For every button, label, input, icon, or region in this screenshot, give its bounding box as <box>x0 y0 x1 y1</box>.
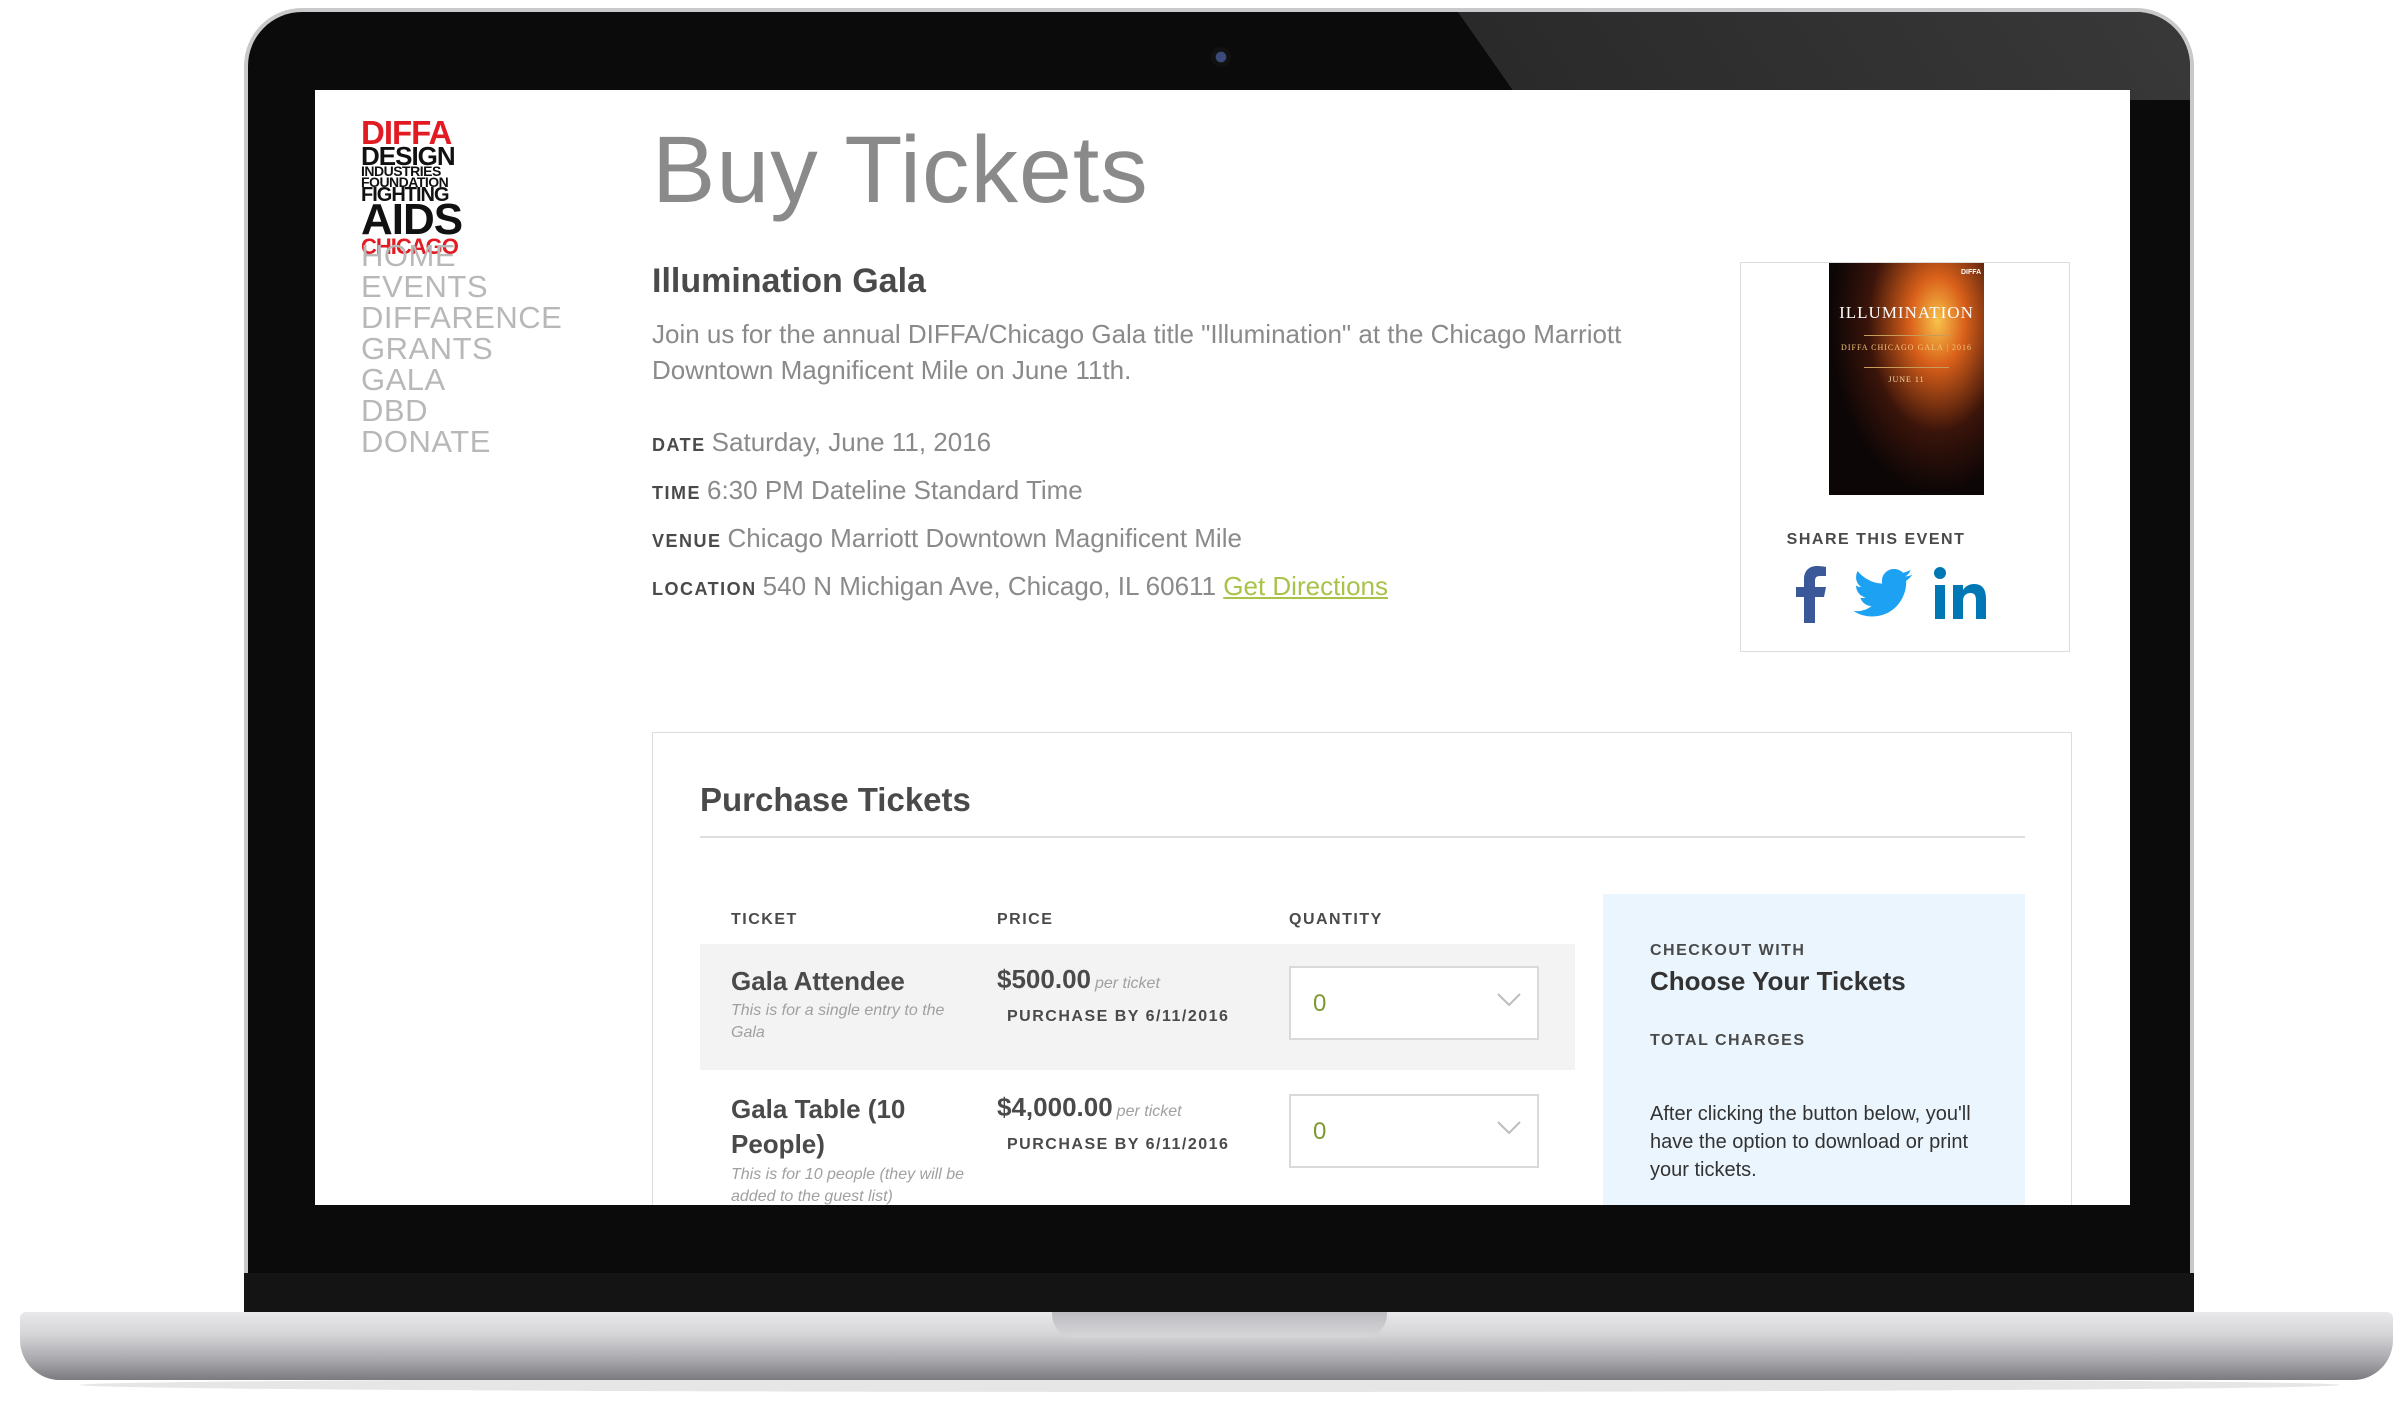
price-unit: per ticket <box>1116 1103 1182 1120</box>
total-charges-label: TOTAL CHARGES <box>1650 1032 1806 1049</box>
event-location: 540 N Michigan Ave, Chicago, IL 60611 <box>762 571 1217 601</box>
laptop-hinge <box>244 1273 2194 1313</box>
checkout-panel: CHECKOUT WITH Choose Your Tickets TOTAL … <box>1603 894 2025 1205</box>
price-unit: per ticket <box>1094 975 1160 992</box>
poster-rule <box>1864 367 1949 368</box>
purchase-title: Purchase Tickets <box>700 781 971 818</box>
ticket-row: Gala Attendee This is for a single entry… <box>700 944 1575 1070</box>
date-label: DATE <box>652 435 706 455</box>
checkout-choose-tickets: Choose Your Tickets <box>1650 966 1906 996</box>
event-time: 6:30 PM Dateline Standard Time <box>707 475 1083 505</box>
event-poster-image: DIFFA ILLUMINATION DIFFA CHICAGO GALA | … <box>1829 263 1984 495</box>
chevron-down-icon <box>1497 993 1521 1007</box>
column-header-ticket: TICKET <box>731 911 798 928</box>
location-label: LOCATION <box>652 579 757 599</box>
quantity-select[interactable]: 0 <box>1289 966 1539 1040</box>
ticket-name: Gala Attendee <box>731 966 905 996</box>
twitter-icon[interactable] <box>1851 561 1913 625</box>
camera-icon <box>1211 47 1231 67</box>
ticket-description: This is for 10 people (they will be adde… <box>731 1166 964 1205</box>
quantity-select[interactable]: 0 <box>1289 1094 1539 1168</box>
poster-rule <box>1864 335 1949 336</box>
share-label: SHARE THIS EVENT <box>1786 531 1966 548</box>
quantity-value: 0 <box>1313 1118 1327 1145</box>
page-title: Buy Tickets <box>652 117 1149 223</box>
price-value: $4,000.00 <box>997 1092 1113 1122</box>
divider <box>700 836 2025 838</box>
event-date-row: DATE Saturday, June 11, 2016 <box>652 427 991 458</box>
browser-screen: DIFFA DESIGN INDUSTRIES FOUNDATION FIGHT… <box>315 90 2130 1205</box>
nav-item-home[interactable]: HOME <box>361 240 562 271</box>
poster-title: ILLUMINATION <box>1839 303 1974 322</box>
laptop-shadow <box>80 1378 2340 1392</box>
event-venue: Chicago Marriott Downtown Magnificent Mi… <box>727 523 1242 553</box>
event-location-row: LOCATION 540 N Michigan Ave, Chicago, IL … <box>652 571 1388 602</box>
price-value: $500.00 <box>997 964 1091 994</box>
linkedin-icon[interactable] <box>1931 561 1991 625</box>
ticket-description: This is for a single entry to the Gala <box>731 1002 945 1041</box>
checkout-label: CHECKOUT WITH <box>1650 942 1806 959</box>
get-directions-link[interactable]: Get Directions <box>1223 571 1388 601</box>
column-header-price: PRICE <box>997 911 1054 928</box>
nav-item-gala[interactable]: GALA <box>361 364 562 395</box>
nav-item-grants[interactable]: GRANTS <box>361 333 562 364</box>
purchase-by-date: PURCHASE BY 6/11/2016 <box>1007 1136 1230 1153</box>
nav-item-dbd[interactable]: DBD <box>361 395 562 426</box>
venue-label: VENUE <box>652 531 722 551</box>
ticket-row: Gala Table (10 People) This is for 10 pe… <box>700 1072 1575 1205</box>
facebook-icon[interactable] <box>1781 561 1841 625</box>
share-card: DIFFA ILLUMINATION DIFFA CHICAGO GALA | … <box>1740 262 2070 652</box>
poster-logo: DIFFA <box>1961 269 1982 276</box>
event-venue-row: VENUE Chicago Marriott Downtown Magnifice… <box>652 523 1242 554</box>
event-name: Illumination Gala <box>652 262 926 300</box>
event-description: Join us for the annual DIFFA/Chicago Gal… <box>652 319 1622 385</box>
lid-glare <box>1458 12 2190 100</box>
purchase-tickets-card: Purchase Tickets TICKET PRICE QUANTITY G… <box>652 732 2072 1205</box>
poster-date: JUNE 11 <box>1888 375 1925 384</box>
sidebar-nav: HOME EVENTS DIFFARENCE GRANTS GALA DBD D… <box>361 240 562 457</box>
event-time-row: TIME 6:30 PM Dateline Standard Time <box>652 475 1083 506</box>
ticket-price: $4,000.00 per ticket <box>997 1092 1182 1123</box>
ticket-price: $500.00 per ticket <box>997 964 1160 995</box>
purchase-by-date: PURCHASE BY 6/11/2016 <box>1007 1008 1230 1025</box>
chevron-down-icon <box>1497 1121 1521 1135</box>
laptop-notch <box>1052 1312 1387 1338</box>
quantity-value: 0 <box>1313 990 1327 1017</box>
checkout-note: After clicking the button below, you'll … <box>1650 1103 1971 1181</box>
nav-item-diffarence[interactable]: DIFFARENCE <box>361 302 562 333</box>
logo-line: AIDS <box>361 195 463 245</box>
nav-item-donate[interactable]: DONATE <box>361 426 562 457</box>
poster-subtitle: DIFFA CHICAGO GALA | 2016 <box>1841 343 1972 352</box>
event-date: Saturday, June 11, 2016 <box>711 427 992 457</box>
column-header-quantity: QUANTITY <box>1289 911 1383 928</box>
nav-item-events[interactable]: EVENTS <box>361 271 562 302</box>
ticket-name: Gala Table (10 People) <box>731 1094 906 1159</box>
time-label: TIME <box>652 483 701 503</box>
diffa-logo[interactable]: DIFFA DESIGN INDUSTRIES FOUNDATION FIGHT… <box>361 116 501 257</box>
